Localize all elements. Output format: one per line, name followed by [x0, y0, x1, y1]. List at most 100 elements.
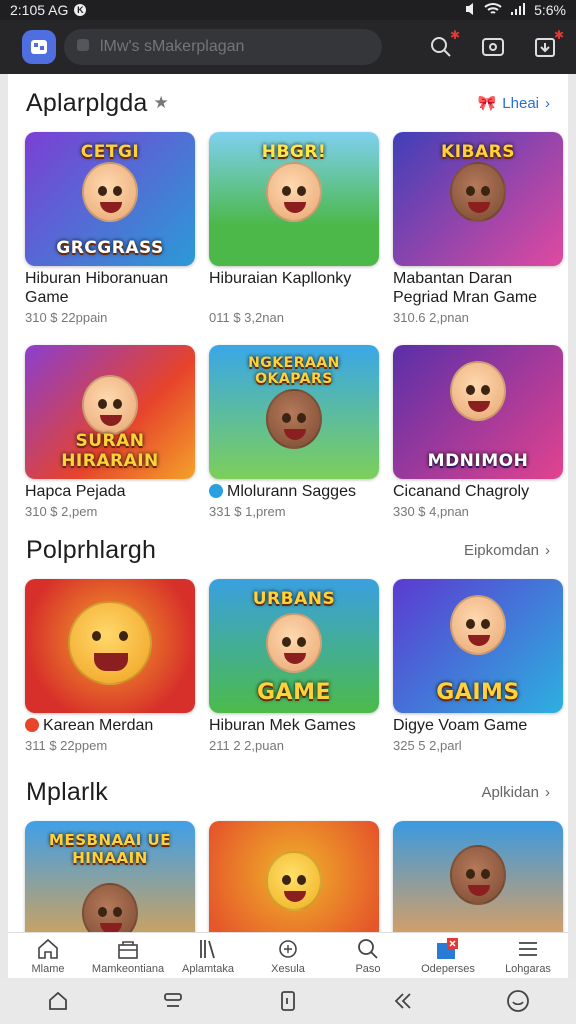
app-grid-row: Karean Merdan 311 $ 22ppem URBANS GAME H… — [8, 579, 568, 753]
app-badge-icon — [25, 718, 39, 732]
app-meta: 331 $ 1,prem — [209, 504, 286, 519]
nav-item-store[interactable]: Mamkeontiana — [88, 933, 168, 978]
see-more-label: Lheai — [502, 94, 539, 112]
app-logo-icon[interactable] — [22, 30, 56, 64]
see-more-link[interactable]: 🎀 Lheai › — [478, 94, 550, 113]
app-thumbnail — [25, 579, 195, 713]
search-input[interactable] — [100, 38, 360, 56]
system-overview-button[interactable] — [273, 986, 303, 1016]
chevron-right-icon: › — [545, 94, 550, 112]
search-icon — [358, 939, 378, 959]
character-image — [82, 375, 138, 435]
nav-item-apps[interactable]: Aplamtaka — [168, 933, 248, 978]
app-card[interactable]: MESBNAAI UE HINAAIN — [25, 821, 195, 932]
character-image — [266, 389, 322, 449]
app-title: Mabantan Daran Pegriad Mran Game — [393, 270, 538, 306]
thumbnail-banner: GAME — [256, 680, 331, 705]
gift-icon — [437, 938, 458, 959]
left-edge — [0, 74, 8, 978]
section-title: Aplarplgda — [26, 88, 148, 117]
menu-icon — [519, 942, 537, 956]
section-title: Mplarlk — [26, 777, 108, 806]
app-thumbnail — [393, 821, 563, 932]
app-card[interactable]: SURAN HIRARAIN Hapca Pejada 310 $ 2,pem — [25, 345, 195, 519]
app-meta: 011 $ 3,2nan — [209, 310, 284, 325]
app-card[interactable]: Karean Merdan 311 $ 22ppem — [25, 579, 195, 753]
search-bar[interactable] — [64, 29, 382, 65]
app-meta: 310 $ 2,pem — [25, 504, 98, 519]
system-assistant-button[interactable] — [503, 986, 533, 1016]
square-icon — [281, 991, 295, 1011]
chevron-right-icon: › — [545, 783, 550, 801]
thumbnail-banner-top: HBGR! — [261, 142, 327, 162]
app-card[interactable] — [393, 821, 563, 932]
app-thumbnail: MESBNAAI UE HINAAIN — [25, 821, 195, 932]
app-grid-row: MESBNAAI UE HINAAIN — [8, 821, 568, 932]
nav-item-games[interactable]: Xesula — [248, 933, 328, 978]
app-card[interactable]: URBANS GAME Hiburan Mek Games 211 2 2,pu… — [209, 579, 379, 753]
app-card[interactable] — [209, 821, 379, 932]
system-back-button[interactable] — [388, 986, 418, 1016]
app-card[interactable]: CETGI GRCGRASS Hiburan Hiboranuan Game 3… — [25, 132, 195, 325]
section-header: Mplarlk Aplkidan › — [8, 763, 568, 821]
wifi-icon — [484, 2, 502, 19]
thumbnail-banner-top: URBANS — [252, 589, 336, 609]
system-home-button[interactable] — [43, 986, 73, 1016]
thumbnail-banner: MDNIMOH — [427, 451, 529, 471]
home-icon — [48, 991, 67, 1010]
nav-item-offers[interactable]: Odeperses — [408, 933, 488, 978]
app-grid-row: SURAN HIRARAIN Hapca Pejada 310 $ 2,pem … — [8, 345, 568, 519]
store-icon — [118, 941, 138, 959]
app-title: Karean Merdan — [25, 716, 195, 735]
app-notification-icon: K — [74, 4, 87, 16]
assistant-icon — [507, 990, 530, 1012]
library-icon — [482, 38, 504, 56]
app-meta: 330 $ 4,pnan — [393, 504, 469, 519]
app-title: Hiburan Mek Games — [209, 717, 356, 734]
app-card[interactable]: KIBARS Mabantan Daran Pegriad Mran Game … — [393, 132, 563, 325]
app-meta: 211 2 2,puan — [209, 738, 284, 753]
app-card[interactable]: GAIMS Digye Voam Game 325 5 2,parl — [393, 579, 563, 753]
app-meta: 311 $ 22ppem — [25, 738, 108, 753]
books-icon — [200, 940, 215, 959]
app-card[interactable]: MDNIMOH Cicanand Chagroly 330 $ 4,pnan — [393, 345, 563, 519]
library-button[interactable] — [480, 34, 506, 60]
notification-badge-icon: ✱ — [449, 28, 460, 42]
app-thumbnail: URBANS GAME — [209, 579, 379, 713]
app-card[interactable]: HBGR! Hiburaian Kapllonky 011 $ 3,2nan — [209, 132, 379, 325]
signal-icon — [510, 2, 526, 19]
status-battery: 5:6% — [534, 2, 566, 18]
nav-label: Paso — [355, 963, 381, 975]
main-content[interactable]: Aplarplgda ★ 🎀 Lheai › CETGI GRCGRASS Hi… — [8, 74, 568, 932]
mute-icon — [464, 2, 476, 19]
character-image — [450, 845, 506, 905]
downloads-button[interactable]: ✱ — [532, 28, 564, 60]
see-more-label: Aplkidan — [481, 783, 539, 801]
nav-item-home[interactable]: Mlame — [8, 933, 88, 978]
app-card[interactable]: NGKERAAN OKAPARS Mlolurann Sagges 331 $ … — [209, 345, 379, 519]
section-header: Aplarplgda ★ 🎀 Lheai › — [8, 74, 568, 132]
app-title: Hapca Pejada — [25, 483, 126, 500]
nav-item-search[interactable]: Paso — [328, 933, 408, 978]
app-thumbnail: CETGI GRCGRASS — [25, 132, 195, 266]
app-title: Hiburan Hiboranuan Game — [25, 270, 169, 306]
search-bar-icon — [76, 37, 90, 58]
search-button[interactable]: ✱ — [428, 28, 460, 60]
home-icon — [38, 938, 58, 959]
thumbnail-banner: GRCGRASS — [56, 238, 164, 258]
nav-item-menu[interactable]: Lohgaras — [488, 933, 568, 978]
nav-label: Odeperses — [421, 963, 475, 975]
app-thumbnail — [209, 821, 379, 932]
see-more-link[interactable]: Aplkidan › — [481, 784, 550, 801]
system-recents-button[interactable] — [158, 986, 188, 1016]
character-image — [266, 162, 322, 222]
nav-label: Xesula — [271, 963, 305, 975]
app-title: Hiburaian Kapllonky — [209, 270, 352, 287]
see-more-link[interactable]: Eipkomdan › — [464, 542, 550, 559]
app-title: Cicanand Chagroly — [393, 483, 530, 500]
app-thumbnail: MDNIMOH — [393, 345, 563, 479]
section-title: Polprhlargh — [26, 535, 157, 564]
thumbnail-banner: GAIMS — [436, 680, 520, 705]
character-image — [82, 162, 138, 222]
character-image — [450, 162, 506, 222]
